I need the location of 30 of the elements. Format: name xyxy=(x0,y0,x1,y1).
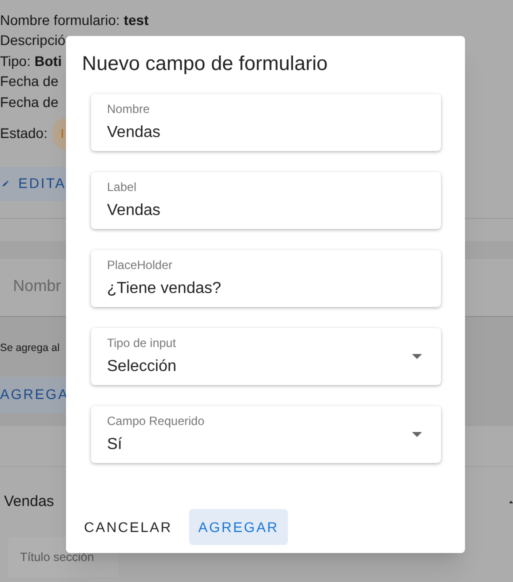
field-label: Label xyxy=(107,179,136,196)
dialog-title: Nuevo campo de formulario xyxy=(82,52,328,77)
field-value: ¿Tiene vendas? xyxy=(107,279,222,299)
dropdown-caret-icon xyxy=(412,354,422,359)
info-text: Tipo: Boti xyxy=(0,52,62,71)
field-label: Campo Requerido xyxy=(107,413,204,430)
info-text: Fecha de xyxy=(0,72,58,92)
field-value: Selección xyxy=(107,357,176,377)
add-button[interactable]: AGREGA xyxy=(0,376,66,413)
select-field[interactable]: Tipo de input Selección xyxy=(91,328,441,385)
field-value: Sí xyxy=(107,435,122,455)
field-label: PlaceHolder xyxy=(107,257,172,274)
text-field[interactable]: Label Vendas xyxy=(91,172,441,229)
text-field[interactable]: Nombre Vendas xyxy=(91,94,441,151)
dropdown-caret-icon xyxy=(412,432,422,437)
status-label: Estado: xyxy=(0,124,48,144)
field-label: Tipo de input xyxy=(107,335,176,352)
info-text: Fecha de xyxy=(0,92,58,112)
edit-button[interactable]: EDITA xyxy=(0,166,66,201)
info-text: Nombre formulario: test xyxy=(0,11,149,30)
select-field[interactable]: Campo Requerido Sí xyxy=(91,406,441,463)
text-field[interactable]: PlaceHolder ¿Tiene vendas? xyxy=(91,250,441,307)
status-chip: I xyxy=(53,118,66,150)
field-label: Nombre xyxy=(107,101,150,118)
note-text: Se agrega al xyxy=(0,340,60,356)
field-value: Vendas xyxy=(107,201,160,221)
add-field-button[interactable]: AGREGAR xyxy=(189,509,288,545)
field-value: Vendas xyxy=(107,123,160,143)
section-title[interactable]: Vendas xyxy=(4,490,54,514)
info-text: Descripció xyxy=(0,31,66,50)
